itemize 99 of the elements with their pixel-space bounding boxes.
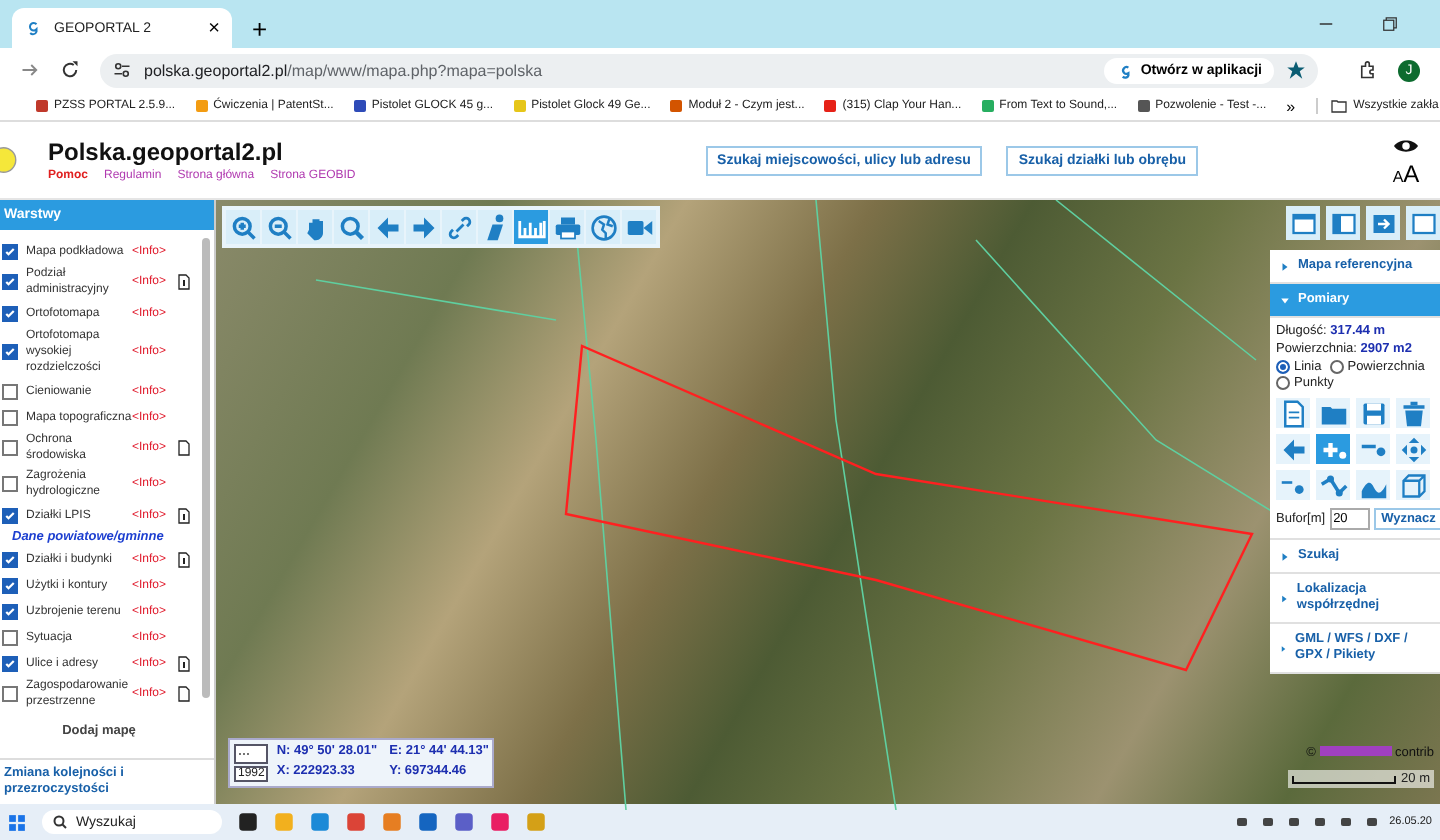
font-size-button[interactable]: AA [1392,159,1420,187]
layer-checkbox[interactable] [2,274,18,290]
document-icon[interactable] [176,684,192,704]
layer-checkbox[interactable] [2,551,18,567]
ruler-button[interactable] [514,210,548,244]
layer-checkbox[interactable] [2,409,18,425]
checkmark-icon [4,657,16,669]
checkmark-icon [4,276,16,288]
zoom-in-icon [229,213,257,241]
document-button[interactable] [1276,398,1310,428]
wave-line-button[interactable] [1356,470,1390,500]
site-title: Polska.geoportal2.pl [48,138,285,166]
magnifier-icon [337,213,365,241]
layer-checkbox[interactable] [2,344,18,360]
document-icon[interactable] [176,438,192,458]
layer-checkbox[interactable] [2,440,18,456]
legend-document-icon[interactable] [176,653,192,673]
layer-checkbox[interactable] [2,629,18,645]
trash-icon [1399,399,1427,427]
new-tab-button[interactable]: + [244,8,276,48]
checkmark-icon [4,509,16,521]
forward-icon[interactable] [20,60,40,80]
legend-document-icon[interactable] [176,505,192,525]
window-icon [1411,211,1435,235]
window-icon [1291,211,1315,235]
layer-checkbox[interactable] [2,305,18,321]
layer-checkbox[interactable] [2,476,18,492]
checkmark-icon [4,346,16,358]
exit-icon [1371,211,1395,235]
expand-arrow-icon [1280,551,1290,561]
restore-icon[interactable] [1380,14,1400,34]
more-bookmarks-button[interactable]: » [1286,97,1296,115]
layer-checkbox[interactable] [2,655,18,671]
layer-checkbox[interactable] [2,383,18,399]
url-text: polska.geoportal2.pl/map/www/mapa.php?mapa=polska [144,61,545,79]
left-arrow-button[interactable] [370,210,404,244]
layer-checkbox[interactable] [2,603,18,619]
right-arrow-button[interactable] [406,210,440,244]
close-button[interactable]: × [208,17,220,39]
magnifier-button[interactable] [334,210,368,244]
panel-toggle-button[interactable] [1366,206,1400,240]
zoom-in-button[interactable] [226,210,260,244]
zoom-out-icon [265,213,293,241]
app-icon [1116,61,1135,79]
search-icon [52,814,68,830]
left-arrow-icon [373,213,401,241]
left-arrow-button[interactable] [1276,434,1310,464]
checkmark-icon [4,605,16,617]
start-icon[interactable] [8,813,26,831]
polyline-button[interactable] [1316,470,1350,500]
printer-button[interactable] [550,210,584,244]
printer-icon [553,213,581,241]
info-button[interactable] [478,210,512,244]
expand-arrow-icon [1280,643,1288,653]
add-point-button[interactable] [1316,434,1350,464]
legend-document-icon[interactable] [176,272,192,292]
video-camera-button[interactable] [622,210,656,244]
sidebar-icon [1331,211,1355,235]
expand-arrow-icon [1280,261,1290,271]
legend-document-icon[interactable] [176,549,192,569]
site-logo-icon [24,18,44,38]
move-arrows-icon [1399,435,1427,463]
collapse-arrow-icon [1280,295,1290,305]
layer-checkbox[interactable] [2,577,18,593]
panel-toggle-button[interactable] [1406,206,1440,240]
globe-button[interactable] [586,210,620,244]
reload-icon[interactable] [60,60,80,80]
hand-button[interactable] [298,210,332,244]
layer-checkbox[interactable] [2,686,18,702]
expand-arrow-icon [1280,593,1289,603]
chain-link-button[interactable] [442,210,476,244]
angle-point-button[interactable] [1276,470,1310,500]
folder-button[interactable] [1316,398,1350,428]
checkmark-icon [4,245,16,257]
layer-checkbox[interactable] [2,243,18,259]
move-arrows-button[interactable] [1396,434,1430,464]
site-settings-icon [112,60,132,80]
globe-icon [589,213,617,241]
left-arrow-icon [1279,435,1307,463]
polyline-icon [1319,471,1347,499]
checkmark-icon [4,553,16,565]
layer-checkbox[interactable] [2,507,18,523]
right-arrow-icon [409,213,437,241]
trash-button[interactable] [1396,398,1430,428]
checkmark-icon [4,579,16,591]
scale-bar [1291,775,1396,783]
cube-button[interactable] [1396,470,1430,500]
cube-icon [1399,471,1427,499]
info-icon [481,213,509,241]
document-icon [1279,399,1307,427]
panel-toggle-button[interactable] [1326,206,1360,240]
zoom-out-button[interactable] [262,210,296,244]
floppy-disk-button[interactable] [1356,398,1390,428]
extensions-icon[interactable] [1358,60,1378,80]
line-point-button[interactable] [1356,434,1390,464]
panel-toggle-button[interactable] [1286,206,1320,240]
checkmark-icon [4,307,16,319]
chain-link-icon [445,213,473,241]
bookmark-star-icon[interactable] [1286,60,1306,80]
